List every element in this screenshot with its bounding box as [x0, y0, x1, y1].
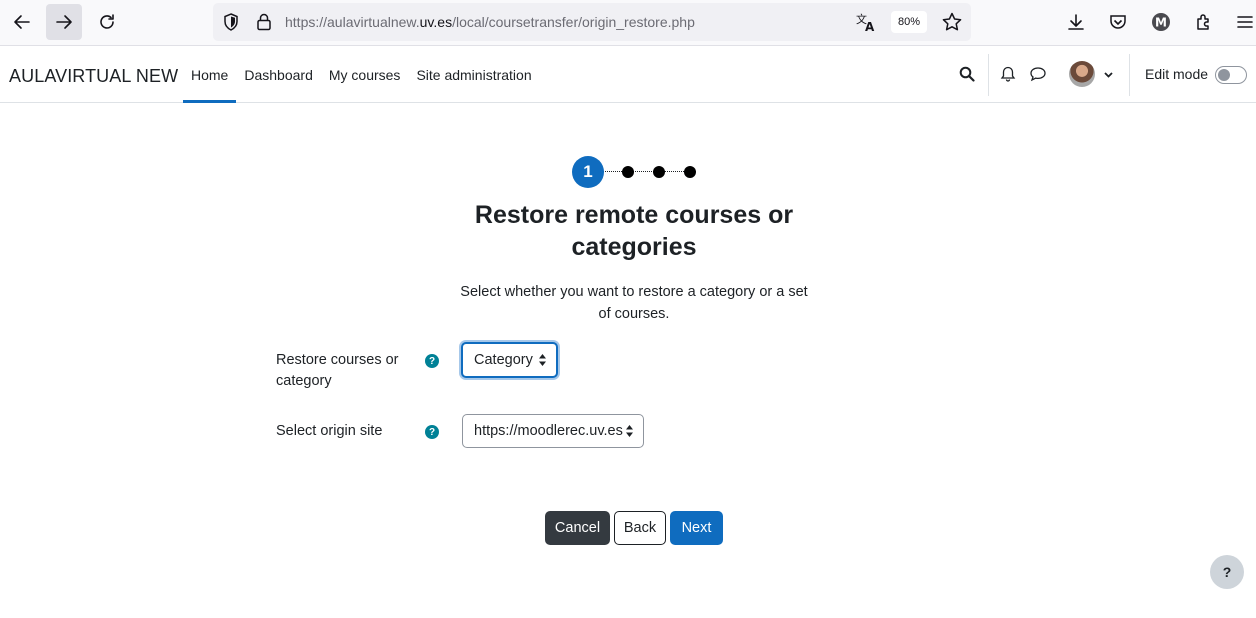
- messages-icon[interactable]: [1029, 66, 1047, 82]
- nav-item-site-administration[interactable]: Site administration: [408, 46, 539, 103]
- edit-mode-toggle[interactable]: [1215, 66, 1247, 84]
- primary-navigation: Home Dashboard My courses Site administr…: [183, 46, 540, 103]
- edit-mode-label: Edit mode: [1145, 66, 1209, 82]
- page-title: Restore remote courses or categories: [474, 201, 794, 261]
- lock-icon[interactable]: [255, 12, 273, 32]
- select-arrows-icon: [626, 425, 633, 437]
- pocket-icon[interactable]: [1107, 11, 1129, 33]
- origin-site-select[interactable]: https://moodlerec.uv.es: [462, 414, 644, 448]
- forward-arrow-icon[interactable]: [46, 4, 82, 40]
- nav-divider: [1129, 54, 1130, 96]
- bookmark-star-icon[interactable]: [941, 11, 963, 33]
- restore-type-select[interactable]: Category: [461, 342, 558, 378]
- toggle-knob: [1218, 69, 1230, 81]
- nav-item-dashboard[interactable]: Dashboard: [236, 46, 321, 103]
- step-dot: [622, 166, 634, 178]
- restore-type-value: Category: [474, 352, 533, 368]
- step-dot: [684, 166, 696, 178]
- account-icon[interactable]: M: [1150, 11, 1172, 33]
- svg-text:M: M: [1155, 16, 1167, 30]
- help-icon[interactable]: ?: [425, 354, 439, 368]
- stepper-connector: [592, 171, 688, 172]
- origin-site-label: Select origin site: [276, 423, 383, 439]
- notification-bell-icon[interactable]: [1000, 66, 1016, 82]
- select-arrows-icon: [539, 354, 546, 366]
- nav-item-home[interactable]: Home: [183, 46, 237, 103]
- site-brand[interactable]: AULAVIRTUAL NEW: [9, 66, 178, 87]
- step-current: 1: [572, 156, 604, 188]
- browser-toolbar: https://aulavirtualnew.uv.es/local/cours…: [0, 0, 1256, 46]
- extensions-icon[interactable]: [1193, 11, 1215, 33]
- menu-icon[interactable]: [1234, 11, 1256, 33]
- help-icon[interactable]: ?: [425, 425, 439, 439]
- reload-icon[interactable]: [89, 4, 125, 40]
- zoom-level[interactable]: 80%: [891, 11, 927, 33]
- url-text[interactable]: https://aulavirtualnew.uv.es/local/cours…: [285, 14, 695, 30]
- nav-divider: [988, 54, 989, 96]
- page-intro: Select whether you want to restore a cat…: [460, 284, 808, 322]
- cancel-button[interactable]: Cancel: [545, 511, 610, 545]
- restore-type-label: Restore courses or category: [276, 352, 399, 389]
- back-arrow-icon[interactable]: [4, 4, 40, 40]
- tracking-shield-icon[interactable]: [221, 12, 241, 32]
- moodle-navbar: AULAVIRTUAL NEW Home Dashboard My course…: [0, 46, 1256, 103]
- back-button[interactable]: Back: [614, 511, 666, 545]
- footer-help-button[interactable]: ?: [1210, 555, 1244, 589]
- download-icon[interactable]: [1065, 11, 1087, 33]
- chevron-down-icon[interactable]: [1104, 72, 1113, 78]
- url-bar[interactable]: https://aulavirtualnew.uv.es/local/cours…: [213, 3, 971, 41]
- origin-site-value: https://moodlerec.uv.es: [474, 423, 623, 439]
- step-dot: [653, 166, 665, 178]
- next-button[interactable]: Next: [670, 511, 723, 545]
- translate-icon[interactable]: 文 A: [855, 11, 877, 33]
- search-icon[interactable]: [959, 66, 975, 82]
- user-avatar[interactable]: [1069, 61, 1095, 87]
- nav-item-my-courses[interactable]: My courses: [321, 46, 409, 103]
- svg-text:A: A: [865, 20, 875, 33]
- progress-stepper: 1: [572, 156, 702, 188]
